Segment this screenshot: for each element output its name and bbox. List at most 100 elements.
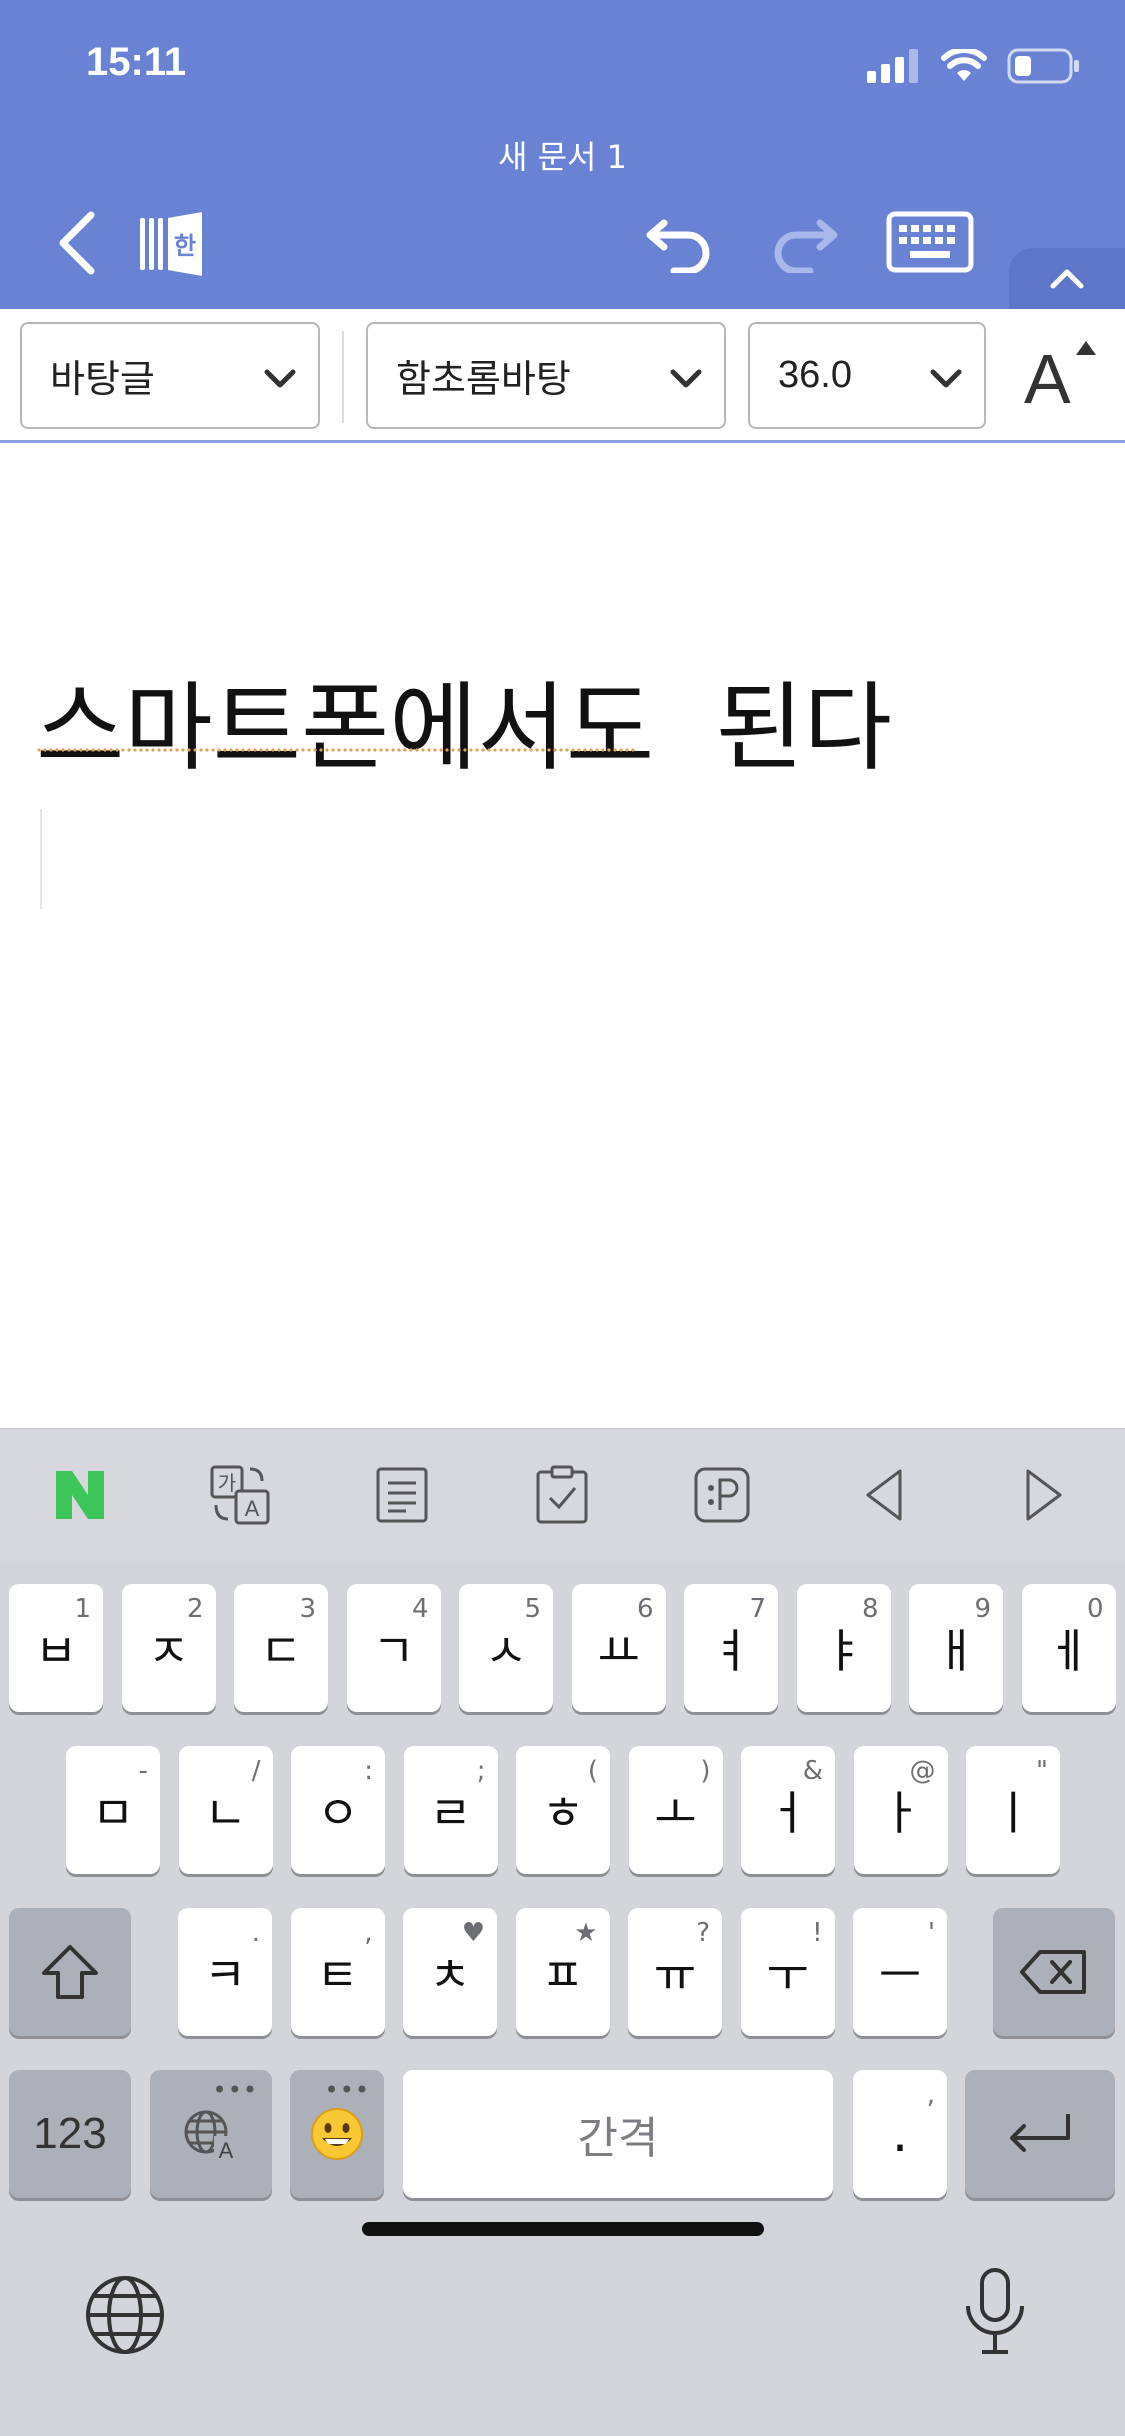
- home-indicator: [362, 2222, 764, 2236]
- letter-key[interactable]: 4ㄱ: [346, 1584, 441, 1712]
- cursor-right-button[interactable]: [1006, 1457, 1082, 1533]
- letter-key[interactable]: 6ㅛ: [571, 1584, 666, 1712]
- key-hint: ": [1036, 1756, 1048, 1786]
- key-label: ㅂ: [34, 1624, 78, 1678]
- key-hint: &: [802, 1756, 823, 1786]
- key-hint: -: [138, 1756, 148, 1786]
- letter-key[interactable]: / ㄴ: [178, 1746, 273, 1874]
- letter-key[interactable]: ? ㅠ: [628, 1908, 722, 2036]
- letter-key[interactable]: 8ㅑ: [796, 1584, 891, 1712]
- letter-key[interactable]: @ ㅏ: [853, 1746, 948, 1874]
- undo-icon: [646, 219, 710, 273]
- key-label: ㅗ: [654, 1786, 697, 1840]
- letter-key[interactable]: " ㅣ: [966, 1746, 1060, 1874]
- letter-key[interactable]: ,ㅌ: [290, 1908, 385, 2036]
- key-label: ㅣ: [991, 1786, 1035, 1840]
- letter-key[interactable]: (ㅎ: [516, 1746, 610, 1874]
- emoji-key[interactable]: •••: [290, 2070, 384, 2198]
- key-label: ㅁ: [91, 1786, 135, 1840]
- key-label: ㅏ: [879, 1786, 922, 1840]
- chevron-up-icon: [1050, 269, 1084, 288]
- keyboard-toggle-button[interactable]: [886, 210, 974, 274]
- memo-button[interactable]: [364, 1457, 440, 1533]
- redo-button[interactable]: [766, 208, 844, 278]
- triangle-up-icon: [1076, 341, 1096, 355]
- undo-button[interactable]: [640, 208, 718, 278]
- document-word: 스마트폰에서도: [36, 672, 655, 784]
- cursor-left-button[interactable]: [846, 1457, 922, 1533]
- collapse-toolbar-button[interactable]: [1009, 248, 1125, 309]
- translate-button[interactable]: 가 A: [202, 1457, 278, 1533]
- cursor-right-icon: [1026, 1469, 1062, 1521]
- document-text-line[interactable]: 스마트폰에서도 된다: [36, 650, 892, 789]
- wifi-icon: [941, 47, 987, 87]
- letter-key[interactable]: ! ㅜ: [740, 1908, 835, 2036]
- backspace-key[interactable]: [993, 1908, 1115, 2036]
- notes-icon: [376, 1467, 428, 1523]
- space-key[interactable]: 간격: [403, 2070, 833, 2198]
- letter-key[interactable]: ' ㅡ: [853, 1908, 947, 2036]
- status-time: 15:11: [86, 40, 187, 84]
- increase-font-size-button[interactable]: A: [1020, 329, 1104, 425]
- key-label: ㄹ: [429, 1786, 472, 1840]
- period-key[interactable]: , .: [853, 2070, 947, 2198]
- letter-key[interactable]: 3ㄷ: [234, 1584, 328, 1712]
- letter-key[interactable]: & ㅓ: [741, 1746, 835, 1874]
- hangul-app-button[interactable]: 한: [138, 210, 206, 278]
- shift-key[interactable]: [9, 1908, 131, 2036]
- key-label: ㅈ: [147, 1624, 190, 1678]
- font-family-select[interactable]: 함초롬바탕: [366, 322, 726, 429]
- numbers-key[interactable]: 123: [9, 2070, 131, 2198]
- key-hint: @: [909, 1756, 936, 1786]
- letter-key[interactable]: :ㅇ: [291, 1746, 385, 1874]
- key-hint: (: [587, 1756, 598, 1786]
- key-label: ㅓ: [766, 1786, 810, 1840]
- letter-key[interactable]: ♥ ㅊ: [403, 1908, 497, 2036]
- dictionary-button[interactable]: [684, 1457, 760, 1533]
- key-label: ㄴ: [204, 1786, 247, 1840]
- return-key[interactable]: [965, 2070, 1115, 2198]
- clipboard-button[interactable]: [524, 1457, 600, 1533]
- key-hint: ?: [696, 1918, 710, 1948]
- language-key[interactable]: ••• A: [150, 2070, 272, 2198]
- letter-key[interactable]: 5ㅅ: [459, 1584, 553, 1712]
- chevron-down-icon: [930, 369, 962, 388]
- key-hint: ': [927, 1918, 935, 1948]
- keyboard-icon: [886, 211, 974, 273]
- translate-icon: 가 A: [210, 1465, 270, 1525]
- letter-key[interactable]: .ㅋ: [178, 1908, 272, 2036]
- globe-language-icon: A: [184, 2110, 238, 2162]
- naver-button[interactable]: [42, 1457, 118, 1533]
- key-hint: ): [700, 1756, 711, 1786]
- letter-key[interactable]: ★ ㅍ: [515, 1908, 610, 2036]
- backspace-icon: [1020, 1950, 1086, 1994]
- letter-key[interactable]: 9ㅐ: [909, 1584, 1003, 1712]
- font-size-select[interactable]: 36.0: [748, 322, 986, 429]
- letter-key[interactable]: 1ㅂ: [9, 1584, 103, 1712]
- key-hint: 5: [524, 1594, 541, 1624]
- font-grow-label: A: [1024, 340, 1071, 418]
- key-hint: ★: [574, 1918, 598, 1948]
- key-hint: .: [251, 1918, 260, 1948]
- cursor-left-icon: [866, 1469, 902, 1521]
- back-icon: [59, 211, 95, 275]
- letter-key[interactable]: -ㅁ: [66, 1746, 160, 1874]
- letter-key[interactable]: 0ㅔ: [1021, 1584, 1116, 1712]
- letter-key[interactable]: ) ㅗ: [628, 1746, 723, 1874]
- key-label: ㅔ: [1047, 1624, 1090, 1678]
- keyboard-switch-button[interactable]: [82, 2272, 168, 2358]
- document-canvas[interactable]: 스마트폰에서도 된다: [0, 445, 1125, 1428]
- more-options-dots: •••: [324, 2076, 370, 2104]
- back-button[interactable]: [52, 208, 102, 278]
- dictation-button[interactable]: [960, 2266, 1030, 2358]
- paragraph-style-select[interactable]: 바탕글: [20, 322, 320, 429]
- letter-key[interactable]: 2ㅈ: [121, 1584, 216, 1712]
- period-key-hint: ,: [926, 2080, 935, 2110]
- text-cursor: [40, 809, 42, 909]
- key-hint: ♥: [461, 1918, 485, 1948]
- letter-key[interactable]: 7ㅕ: [684, 1584, 778, 1712]
- key-hint: ;: [476, 1756, 486, 1786]
- cellular-signal-icon: [867, 49, 921, 87]
- return-arrow-icon: [1010, 2114, 1070, 2152]
- letter-key[interactable]: ; ㄹ: [403, 1746, 498, 1874]
